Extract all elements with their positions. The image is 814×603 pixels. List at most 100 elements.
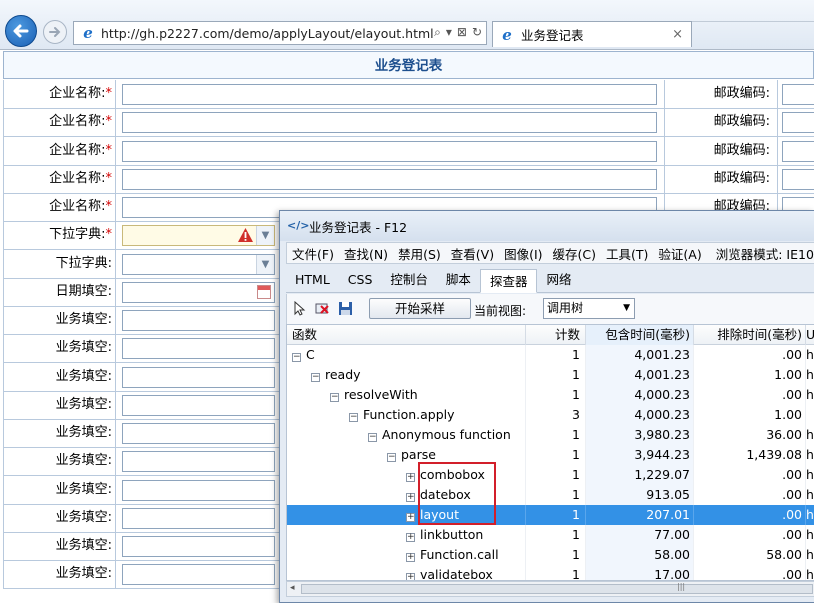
column-inclusive-time[interactable]: 包含时间(毫秒) bbox=[586, 325, 694, 345]
call-count: 1 bbox=[526, 485, 586, 505]
new-tab-area[interactable] bbox=[692, 21, 814, 47]
field-label: 业务填空: bbox=[3, 306, 116, 335]
expand-icon[interactable]: + bbox=[406, 493, 415, 502]
current-view-select[interactable]: 调用树 ▼ bbox=[543, 298, 635, 319]
call-tree-row[interactable]: + datebox 1 913.05.00 h bbox=[287, 485, 814, 505]
column-url[interactable]: U bbox=[806, 325, 814, 345]
business-input[interactable] bbox=[122, 394, 275, 416]
collapse-icon[interactable]: − bbox=[311, 373, 320, 382]
call-tree-row[interactable]: − ready 1 4,001.23 1.00 h bbox=[287, 365, 814, 385]
address-bar[interactable]: e http://gh.p2227.com/demo/applyLayout/e… bbox=[73, 21, 487, 45]
business-input[interactable] bbox=[122, 479, 275, 501]
compat-view-icon[interactable]: ⊠ bbox=[457, 25, 467, 40]
search-icon[interactable]: ⌕ bbox=[434, 25, 441, 40]
inclusive-time: 3,980.23 bbox=[586, 425, 694, 445]
back-button[interactable] bbox=[5, 15, 37, 47]
dropdown-arrow-icon[interactable]: ▾ bbox=[446, 25, 452, 40]
company-name-input[interactable] bbox=[122, 84, 657, 105]
devtools-menu-item[interactable]: 图像(I) bbox=[499, 244, 547, 263]
browser-tab[interactable]: e 业务登记表 × bbox=[492, 21, 692, 47]
forward-button[interactable] bbox=[43, 20, 67, 44]
company-name-input[interactable] bbox=[122, 140, 657, 162]
exclusive-time: 1.00 bbox=[694, 365, 806, 385]
chevron-down-icon[interactable]: ▼ bbox=[256, 254, 274, 274]
expand-icon[interactable]: + bbox=[406, 553, 415, 562]
start-profiling-button[interactable]: 开始采样 bbox=[369, 298, 471, 319]
calendar-icon[interactable] bbox=[257, 284, 271, 299]
call-tree-row[interactable]: + validatebox 1 17.00.00 h bbox=[287, 565, 814, 580]
refresh-icon[interactable]: ↻ bbox=[472, 25, 482, 40]
business-input[interactable] bbox=[122, 310, 275, 331]
field-label: 业务填空: bbox=[3, 532, 116, 561]
url-text[interactable]: http://gh.p2227.com/demo/applyLayout/ela… bbox=[101, 26, 434, 41]
collapse-icon[interactable]: − bbox=[349, 413, 358, 422]
business-input[interactable] bbox=[122, 451, 275, 473]
postal-code-input[interactable] bbox=[782, 168, 814, 190]
devtools-menu-item[interactable]: 工具(T) bbox=[601, 244, 653, 263]
collapse-icon[interactable]: − bbox=[387, 453, 396, 462]
call-tree-row[interactable]: − resolveWith 1 4,000.23.00 h bbox=[287, 385, 814, 405]
clear-icon[interactable] bbox=[315, 301, 330, 316]
save-icon[interactable] bbox=[338, 301, 353, 316]
call-tree-row[interactable]: + linkbutton 1 77.00.00 h bbox=[287, 525, 814, 545]
field-label: 日期填空: bbox=[3, 277, 116, 307]
business-input[interactable] bbox=[122, 366, 275, 388]
function-name: combobox bbox=[420, 467, 485, 482]
dictionary-combobox[interactable]: ▼ bbox=[122, 253, 275, 275]
business-input[interactable] bbox=[122, 507, 275, 529]
company-name-input[interactable] bbox=[122, 112, 657, 134]
collapse-icon[interactable]: − bbox=[330, 393, 339, 402]
devtools-tab[interactable]: HTML bbox=[286, 268, 339, 292]
postal-code-input[interactable] bbox=[782, 112, 814, 134]
devtools-titlebar[interactable]: </> 业务登记表 - F12 bbox=[280, 211, 814, 241]
chevron-down-icon[interactable]: ▼ bbox=[256, 226, 274, 246]
browser-mode-menu[interactable]: 浏览器模式: IE10(B) bbox=[711, 244, 814, 263]
call-tree-row[interactable]: + Function.call 1 58.00 58.00 h bbox=[287, 545, 814, 565]
column-function[interactable]: 函数 bbox=[287, 325, 526, 345]
devtools-tab[interactable]: CSS bbox=[339, 268, 382, 292]
scroll-left-icon[interactable]: ◂ bbox=[290, 583, 295, 593]
postal-code-input[interactable] bbox=[782, 84, 814, 105]
devtools-menu-item[interactable]: 缓存(C) bbox=[548, 244, 601, 263]
devtools-menu-item[interactable]: 验证(A) bbox=[653, 244, 706, 263]
expand-icon[interactable]: + bbox=[406, 533, 415, 542]
devtools-tab[interactable]: 控制台 bbox=[381, 268, 437, 292]
expand-icon[interactable]: + bbox=[406, 513, 415, 522]
call-tree-row[interactable]: + layout 1 207.01.00 h bbox=[287, 505, 814, 525]
call-tree-row[interactable]: − parse 1 3,944.23 1,439.08 h bbox=[287, 445, 814, 465]
company-name-input[interactable] bbox=[122, 168, 657, 190]
tab-ie-icon: e bbox=[502, 25, 512, 44]
column-exclusive-time[interactable]: 排除时间(毫秒) bbox=[694, 325, 806, 345]
column-count[interactable]: 计数 bbox=[526, 325, 586, 345]
expand-icon[interactable]: + bbox=[406, 573, 415, 580]
expand-icon[interactable]: + bbox=[406, 473, 415, 482]
select-element-icon[interactable] bbox=[292, 301, 307, 316]
dictionary-combobox[interactable]: ▼ bbox=[122, 225, 275, 247]
exclusive-time: .00 bbox=[694, 485, 806, 505]
call-tree-row[interactable]: − Anonymous function 1 3,980.23 36.00 h bbox=[287, 425, 814, 445]
devtools-tab[interactable]: 网络 bbox=[537, 268, 580, 292]
devtools-menu-item[interactable]: 查看(V) bbox=[446, 244, 499, 263]
call-count: 1 bbox=[526, 545, 586, 565]
devtools-tab[interactable]: 探查器 bbox=[479, 269, 538, 293]
collapse-icon[interactable]: − bbox=[368, 433, 377, 442]
devtools-menu-item[interactable]: 文件(F) bbox=[287, 244, 339, 263]
scrollbar-thumb[interactable] bbox=[301, 584, 813, 594]
call-tree-row[interactable]: − Function.apply 3 4,000.23 1.00 bbox=[287, 405, 814, 425]
business-input[interactable] bbox=[122, 423, 275, 444]
field-label-text: 业务填空: bbox=[55, 538, 112, 553]
postal-code-input[interactable] bbox=[782, 140, 814, 162]
business-input[interactable] bbox=[122, 536, 275, 557]
devtools-tab[interactable]: 脚本 bbox=[437, 268, 480, 292]
horizontal-scrollbar[interactable]: ◂ ||| bbox=[286, 581, 814, 597]
call-tree-row[interactable]: − C 1 4,001.23.00 h bbox=[287, 345, 814, 365]
back-arrow-icon bbox=[13, 24, 29, 38]
call-tree-row[interactable]: + combobox 1 1,229.07.00 h bbox=[287, 465, 814, 485]
date-input[interactable] bbox=[122, 281, 275, 303]
business-input[interactable] bbox=[122, 564, 275, 586]
devtools-menu-item[interactable]: 禁用(S) bbox=[393, 244, 446, 263]
tab-close-icon[interactable]: × bbox=[672, 27, 683, 42]
business-input[interactable] bbox=[122, 338, 275, 360]
collapse-icon[interactable]: − bbox=[292, 353, 301, 362]
devtools-menu-item[interactable]: 查找(N) bbox=[339, 244, 393, 263]
